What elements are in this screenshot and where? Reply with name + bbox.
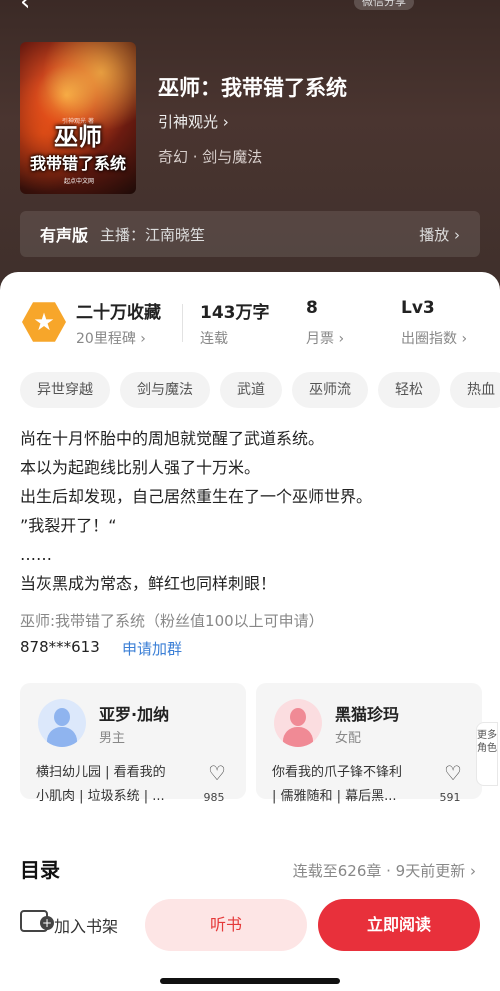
toc-info: 连载至626章 · 9天前更新: [292, 862, 466, 880]
synopsis[interactable]: 尚在十月怀胎中的周旭就觉醒了武道系统。 本以为起跑线比别人强了十万米。 出生后却…: [20, 424, 480, 598]
word-count: 143万字: [200, 303, 270, 323]
monthly-ticket-link[interactable]: 月票 ›: [306, 328, 344, 348]
book-cover[interactable]: 引神观光 著 巫师 我带错了系统 起点中文网: [20, 42, 136, 194]
play-label: 播放: [419, 225, 450, 244]
avatar: [274, 699, 322, 747]
character-card[interactable]: 黑猫珍玛 女配 你看我的爪子锋不锋利 | 儒雅随和 | 幕后黑... ♡ 591: [256, 683, 482, 804]
tag[interactable]: 剑与魔法: [120, 372, 210, 408]
author-link[interactable]: 引神观光 ›: [158, 111, 229, 132]
bottom-action-bar: + 加入书架 听书 立即阅读: [0, 886, 500, 991]
serial-status: 连载: [200, 331, 228, 347]
character-desc-line: 小肌肉 | 垃圾系统 | ...: [36, 789, 165, 804]
character-desc: 横扫幼儿园 | 看看我的 小肌肉 | 垃圾系统 | ...: [36, 761, 196, 809]
read-now-button[interactable]: 立即阅读: [318, 899, 480, 951]
collect-count: 二十万收藏: [76, 303, 161, 323]
synopsis-line: ……: [20, 545, 52, 564]
tag[interactable]: 热血: [450, 372, 500, 408]
book-header: ‹ 微信分享 引神观光 著 巫师 我带错了系统 起点中文网 巫师：我带错了系统 …: [0, 0, 500, 300]
level-link[interactable]: 出圈指数 ›: [401, 328, 467, 348]
home-indicator: [160, 978, 340, 984]
like-count: 985: [203, 791, 225, 804]
character-name: 黑猫珍玛: [335, 705, 400, 724]
tag-list: 异世穿越 剑与魔法 武道 巫师流 轻松 热血: [20, 372, 500, 408]
fan-group-note: 巫师:我带错了系统（粉丝值100以上可申请）: [20, 612, 324, 630]
book-detail-sheet: ★ 二十万收藏 20里程碑 › 143万字 连载 8 月票 › Lv3 出圈指数…: [0, 272, 500, 991]
book-title: 巫师：我带错了系统: [158, 76, 347, 100]
synopsis-line: 本以为起跑线比别人强了十万米。: [20, 458, 261, 477]
chevron-right-icon: ›: [334, 331, 345, 347]
chevron-right-icon: ›: [454, 225, 460, 244]
heart-icon[interactable]: ♡: [444, 761, 462, 785]
synopsis-line: 当灰黑成为常态，鲜红也同样刺眼！: [20, 574, 277, 593]
character-role: 女配: [335, 731, 362, 746]
stats-divider: [182, 304, 183, 342]
more-roles-button[interactable]: 更多角色: [476, 722, 498, 786]
back-arrow-icon[interactable]: ‹: [20, 0, 50, 15]
chevron-right-icon: ›: [135, 331, 146, 347]
plus-icon: +: [40, 916, 54, 930]
character-card[interactable]: 亚罗·加纳 男主 横扫幼儿园 | 看看我的 小肌肉 | 垃圾系统 | ... ♡…: [20, 683, 246, 804]
tag[interactable]: 武道: [220, 372, 282, 408]
tag[interactable]: 异世穿越: [20, 372, 110, 408]
synopsis-line: 出生后却发现，自己居然重生在了一个巫师世界。: [20, 487, 373, 506]
chevron-right-icon: ›: [457, 331, 468, 347]
like-count: 591: [439, 791, 461, 804]
character-name: 亚罗·加纳: [99, 705, 170, 724]
stats-row: ★ 二十万收藏 20里程碑 › 143万字 连载 8 月票 › Lv3 出圈指数…: [0, 296, 500, 356]
heart-icon[interactable]: ♡: [208, 761, 226, 785]
monthly-ticket-label: 月票: [306, 331, 334, 347]
synopsis-line: 尚在十月怀胎中的周旭就觉醒了武道系统。: [20, 429, 325, 448]
level-label: 出圈指数: [401, 331, 457, 347]
add-to-shelf-button[interactable]: 加入书架: [54, 913, 118, 937]
tag[interactable]: 轻松: [378, 372, 440, 408]
monthly-ticket-count: 8: [306, 298, 318, 318]
synopsis-line: ”我裂开了！“: [20, 516, 117, 535]
share-button[interactable]: 微信分享: [354, 0, 414, 10]
toc-title: 目录: [20, 858, 60, 882]
chevron-right-icon: ›: [465, 862, 476, 880]
book-genre: 奇幻 · 剑与魔法: [158, 148, 263, 166]
character-desc-line: 你看我的爪子锋不锋利: [272, 765, 403, 780]
audio-play-button[interactable]: 播放 ›: [419, 224, 460, 245]
audio-label: 有声版: [40, 226, 89, 245]
cover-title-line2: 我带错了系统: [29, 154, 126, 173]
level: Lv3: [401, 298, 435, 318]
character-desc-line: | 儒雅随和 | 幕后黑...: [272, 789, 397, 804]
join-group-link[interactable]: 申请加群: [122, 638, 182, 659]
tag[interactable]: 巫师流: [292, 372, 368, 408]
milestone-label: 20里程碑: [76, 331, 136, 347]
listen-button[interactable]: 听书: [145, 899, 307, 951]
cover-badge: 起点中文网: [64, 178, 95, 185]
character-desc: 你看我的爪子锋不锋利 | 儒雅随和 | 幕后黑...: [272, 761, 432, 809]
toc-link[interactable]: 连载至626章 · 9天前更新 ›: [293, 860, 476, 881]
author-name: 引神观光: [158, 113, 219, 131]
milestone-link[interactable]: 20里程碑 ›: [76, 328, 146, 348]
audio-host: 主播：江南晓笙: [100, 225, 206, 244]
chevron-right-icon: ›: [222, 113, 229, 131]
cover-title-line1: 巫师: [54, 123, 102, 151]
audio-version-bar[interactable]: 有声版 主播：江南晓笙 播放 ›: [20, 211, 480, 257]
fan-group-number: 878***613: [20, 638, 100, 656]
character-desc-line: 横扫幼儿园 | 看看我的: [36, 765, 166, 780]
character-role: 男主: [99, 731, 126, 746]
star-badge-icon: ★: [22, 302, 66, 342]
avatar: [38, 699, 86, 747]
